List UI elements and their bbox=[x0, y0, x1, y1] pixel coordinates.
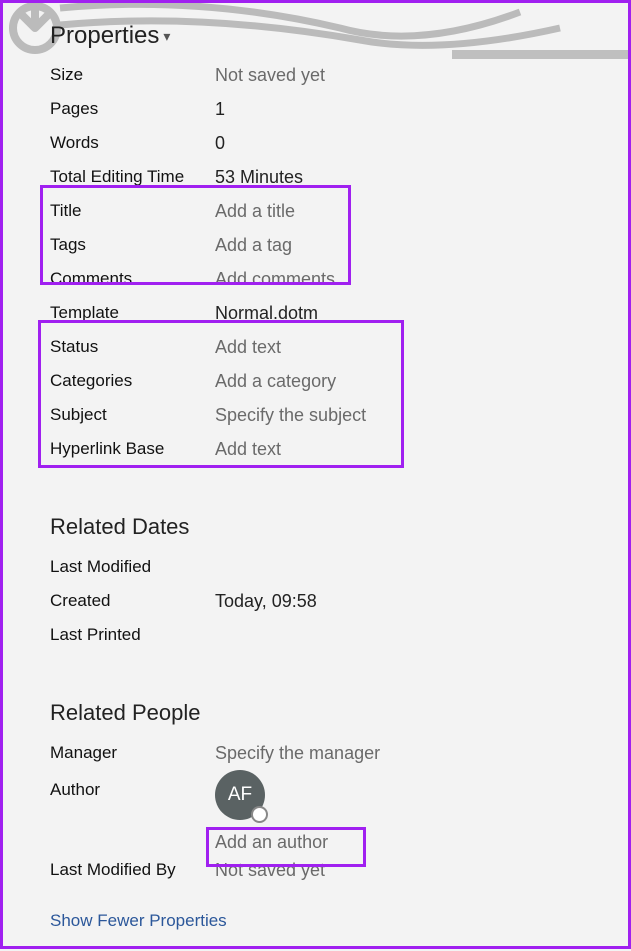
title-row[interactable]: Title Add a title bbox=[50, 194, 581, 228]
editing-time-label: Total Editing Time bbox=[50, 167, 215, 187]
template-label: Template bbox=[50, 303, 215, 323]
title-input[interactable]: Add a title bbox=[215, 201, 295, 222]
comments-input[interactable]: Add comments bbox=[215, 269, 335, 290]
size-value: Not saved yet bbox=[215, 65, 325, 86]
related-dates-heading: Related Dates bbox=[50, 514, 581, 540]
categories-label: Categories bbox=[50, 371, 215, 391]
pages-value: 1 bbox=[215, 99, 225, 120]
size-row: Size Not saved yet bbox=[50, 58, 581, 92]
last-modified-by-label: Last Modified By bbox=[50, 860, 215, 880]
manager-input[interactable]: Specify the manager bbox=[215, 743, 380, 764]
subject-row[interactable]: Subject Specify the subject bbox=[50, 398, 581, 432]
tags-input[interactable]: Add a tag bbox=[215, 235, 292, 256]
tags-label: Tags bbox=[50, 235, 215, 255]
status-row[interactable]: Status Add text bbox=[50, 330, 581, 364]
words-label: Words bbox=[50, 133, 215, 153]
status-label: Status bbox=[50, 337, 215, 357]
author-label: Author bbox=[50, 770, 215, 800]
last-modified-by-row: Last Modified By Not saved yet bbox=[50, 853, 581, 887]
pages-label: Pages bbox=[50, 99, 215, 119]
author-row: Author AF Add an author bbox=[50, 770, 581, 853]
presence-icon bbox=[251, 806, 268, 823]
properties-list: Size Not saved yet Pages 1 Words 0 Total… bbox=[50, 58, 581, 466]
size-label: Size bbox=[50, 65, 215, 85]
comments-row[interactable]: Comments Add comments bbox=[50, 262, 581, 296]
chevron-down-icon: ▾ bbox=[163, 28, 170, 45]
template-value: Normal.dotm bbox=[215, 303, 318, 324]
title-label: Title bbox=[50, 201, 215, 221]
show-fewer-properties-link[interactable]: Show Fewer Properties bbox=[50, 911, 227, 931]
comments-label: Comments bbox=[50, 269, 215, 289]
hyperlink-base-row[interactable]: Hyperlink Base Add text bbox=[50, 432, 581, 466]
hyperlink-base-input[interactable]: Add text bbox=[215, 439, 281, 460]
avatar[interactable]: AF bbox=[215, 770, 265, 820]
last-modified-by-value: Not saved yet bbox=[215, 860, 325, 881]
manager-label: Manager bbox=[50, 743, 215, 763]
properties-heading-text: Properties bbox=[50, 22, 159, 50]
last-printed-row: Last Printed bbox=[50, 618, 581, 652]
tags-row[interactable]: Tags Add a tag bbox=[50, 228, 581, 262]
last-printed-label: Last Printed bbox=[50, 625, 215, 645]
add-author-input[interactable]: Add an author bbox=[215, 832, 328, 853]
template-row: Template Normal.dotm bbox=[50, 296, 581, 330]
manager-row[interactable]: Manager Specify the manager bbox=[50, 736, 581, 770]
words-value: 0 bbox=[215, 133, 225, 154]
created-row: Created Today, 09:58 bbox=[50, 584, 581, 618]
categories-input[interactable]: Add a category bbox=[215, 371, 336, 392]
subject-label: Subject bbox=[50, 405, 215, 425]
status-input[interactable]: Add text bbox=[215, 337, 281, 358]
hyperlink-base-label: Hyperlink Base bbox=[50, 439, 215, 459]
categories-row[interactable]: Categories Add a category bbox=[50, 364, 581, 398]
editing-time-row: Total Editing Time 53 Minutes bbox=[50, 160, 581, 194]
words-row: Words 0 bbox=[50, 126, 581, 160]
created-label: Created bbox=[50, 591, 215, 611]
properties-heading[interactable]: Properties ▾ bbox=[50, 22, 581, 50]
avatar-initials: AF bbox=[228, 784, 252, 806]
created-value: Today, 09:58 bbox=[215, 591, 317, 612]
pages-row: Pages 1 bbox=[50, 92, 581, 126]
subject-input[interactable]: Specify the subject bbox=[215, 405, 366, 426]
last-modified-label: Last Modified bbox=[50, 557, 215, 577]
last-modified-row: Last Modified bbox=[50, 550, 581, 584]
related-people-heading: Related People bbox=[50, 700, 581, 726]
editing-time-value: 53 Minutes bbox=[215, 167, 303, 188]
